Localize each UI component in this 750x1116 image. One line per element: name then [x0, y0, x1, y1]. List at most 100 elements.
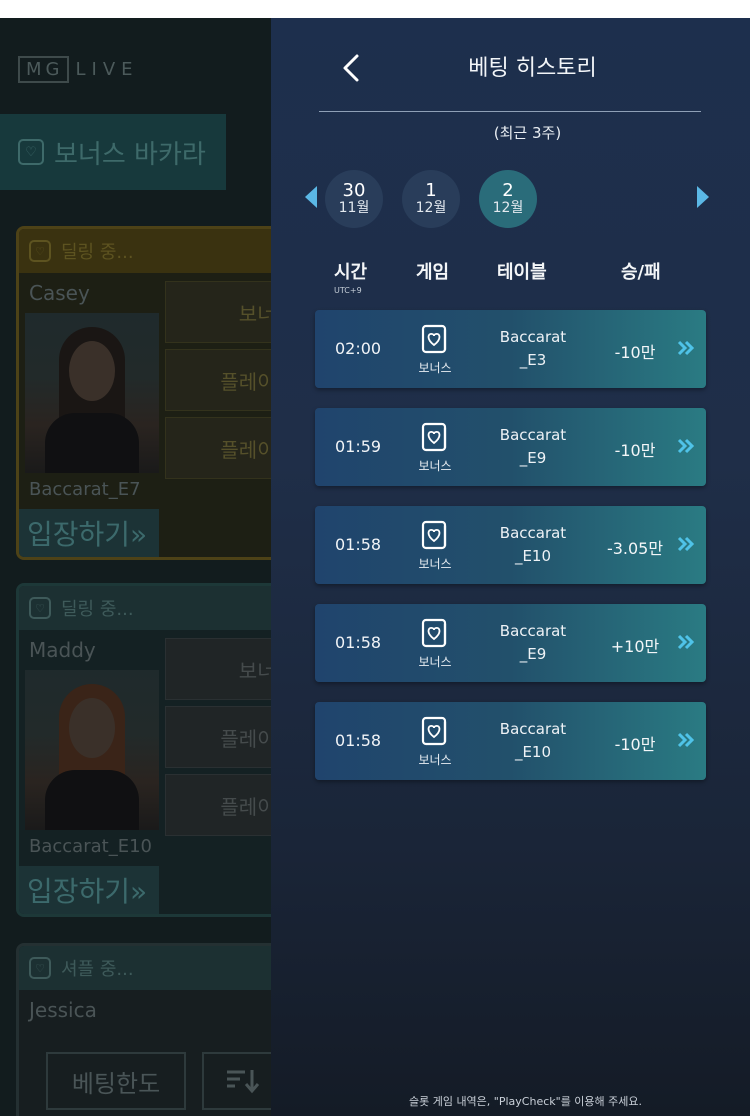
betting-history-panel: 베팅 히스토리 (최근 3주) 30 11월 1 12월 2 12월 시간 UT… [271, 18, 750, 1116]
date-month: 12월 [492, 200, 524, 217]
card-status: 딜링 중... [61, 599, 134, 620]
row-time: 02:00 [335, 339, 382, 358]
table-name: Baccarat_E10 [29, 836, 152, 857]
row-table-line1: Baccarat [499, 720, 567, 738]
row-table-line1: Baccarat [499, 622, 567, 640]
row-table: Baccarat _E3 [485, 326, 581, 372]
date-month: 12월 [415, 200, 447, 217]
bonus-card-icon [421, 716, 447, 746]
row-table: Baccarat _E9 [485, 424, 581, 470]
column-header-win-loss: 승/패 [621, 262, 661, 283]
double-chevron-right-icon[interactable] [675, 728, 697, 752]
row-result: -10만 [614, 441, 656, 460]
history-row[interactable]: 01:58 보너스 Baccarat _E10 -3.05만 [315, 506, 706, 584]
row-game: 보너스 [413, 422, 457, 474]
row-table-line1: Baccarat [499, 328, 567, 346]
row-game-name: 보너스 [418, 459, 452, 473]
row-table-line1: Baccarat [499, 426, 567, 444]
bonus-card-icon [421, 422, 447, 452]
logo-live: LIVE [75, 59, 139, 80]
card-status: 딜링 중... [61, 242, 134, 263]
enter-button[interactable]: 입장하기» [19, 509, 159, 557]
mg-live-logo: MG LIVE [18, 56, 139, 83]
double-chevron-right-icon[interactable] [675, 532, 697, 556]
sort-icon [227, 1070, 259, 1094]
card-header: ♡ 셔플 중... [19, 946, 303, 990]
row-table-line2: _E3 [519, 351, 547, 369]
history-row[interactable]: 01:58 보너스 Baccarat _E10 -10만 [315, 702, 706, 780]
timezone-label: UTC+9 [334, 286, 362, 295]
row-game-name: 보너스 [418, 655, 452, 669]
row-table-line2: _E9 [519, 645, 547, 663]
history-row[interactable]: 02:00 보너스 Baccarat _E3 -10만 [315, 310, 706, 388]
row-result: -3.05만 [606, 539, 664, 558]
bonus-card-icon [421, 618, 447, 648]
panel-title: 베팅 히스토리 [468, 56, 597, 81]
bonus-card-icon [421, 520, 447, 550]
logo-mg: MG [18, 56, 70, 83]
row-table-line2: _E10 [514, 547, 552, 565]
dealer-name: Jessica [29, 998, 97, 1022]
history-row[interactable]: 01:58 보너스 Baccarat _E9 +10만 [315, 604, 706, 682]
date-chip-selected[interactable]: 2 12월 [479, 170, 537, 228]
lobby-tab-bonus-baccarat[interactable]: ♡ 보너스 바카라 [0, 114, 226, 190]
date-chip[interactable]: 1 12월 [402, 170, 460, 228]
date-chip[interactable]: 30 11월 [325, 170, 383, 228]
row-time: 01:58 [335, 535, 382, 554]
row-result: -10만 [614, 343, 656, 362]
bonus-card-icon: ♡ [29, 597, 51, 619]
date-day: 1 [425, 180, 437, 202]
title-divider [319, 111, 701, 112]
table-card[interactable]: ♡ 딜링 중... Casey 보너스 플레이어 플레이어 Baccarat_E… [16, 226, 306, 560]
row-time: 01:58 [335, 731, 382, 750]
double-chevron-right-icon[interactable] [675, 336, 697, 360]
row-table-line2: _E10 [514, 743, 552, 761]
period-label: (최근 3주) [493, 124, 562, 142]
column-header-table: 테이블 [497, 262, 547, 283]
dealer-photo [25, 670, 159, 830]
double-chevron-right-icon[interactable] [675, 434, 697, 458]
history-row[interactable]: 01:59 보너스 Baccarat _E9 -10만 [315, 408, 706, 486]
bonus-card-icon: ♡ [29, 240, 51, 262]
card-header: ♡ 딜링 중... [19, 229, 303, 273]
table-name: Baccarat_E7 [29, 479, 141, 500]
row-table-line1: Baccarat [499, 524, 567, 542]
bonus-card-icon [421, 324, 447, 354]
card-status: 셔플 중... [61, 959, 134, 980]
row-game-name: 보너스 [418, 557, 452, 571]
double-chevron-right-icon[interactable] [675, 630, 697, 654]
row-result: +10만 [610, 637, 660, 656]
date-day: 30 [342, 180, 366, 202]
column-header-game: 게임 [416, 262, 450, 283]
card-header: ♡ 딜링 중... [19, 586, 303, 630]
row-game: 보너스 [413, 520, 457, 572]
row-table: Baccarat _E10 [485, 522, 581, 568]
row-game: 보너스 [413, 716, 457, 768]
column-header-time: 시간 [334, 262, 368, 283]
table-card[interactable]: ♡ 딜링 중... Maddy 보너스 플레이어 플레이어 Baccarat_E… [16, 583, 306, 917]
date-month: 11월 [338, 200, 370, 217]
playcheck-note: 슬롯 게임 내역은, "PlayCheck"를 이용해 주세요. [408, 1095, 643, 1108]
bonus-card-icon: ♡ [18, 139, 44, 165]
row-table: Baccarat _E9 [485, 620, 581, 666]
dealer-photo [25, 313, 159, 473]
row-game: 보너스 [413, 618, 457, 670]
dealer-name: Maddy [29, 638, 96, 662]
row-table-line2: _E9 [519, 449, 547, 467]
row-time: 01:58 [335, 633, 382, 652]
row-result: -10만 [614, 735, 656, 754]
bonus-card-icon: ♡ [29, 957, 51, 979]
row-table: Baccarat _E10 [485, 718, 581, 764]
lobby-tab-label: 보너스 바카라 [54, 139, 206, 170]
enter-button[interactable]: 입장하기» [19, 866, 159, 914]
bet-limit-button[interactable]: 베팅한도 [46, 1052, 186, 1110]
date-day: 2 [502, 180, 514, 202]
row-time: 01:59 [335, 437, 382, 456]
row-game-name: 보너스 [418, 361, 452, 375]
dealer-name: Casey [29, 281, 90, 305]
sort-button[interactable] [202, 1052, 282, 1110]
date-prev-arrow[interactable] [305, 186, 317, 208]
row-game-name: 보너스 [418, 753, 452, 767]
row-game: 보너스 [413, 324, 457, 376]
date-next-arrow[interactable] [697, 186, 709, 208]
